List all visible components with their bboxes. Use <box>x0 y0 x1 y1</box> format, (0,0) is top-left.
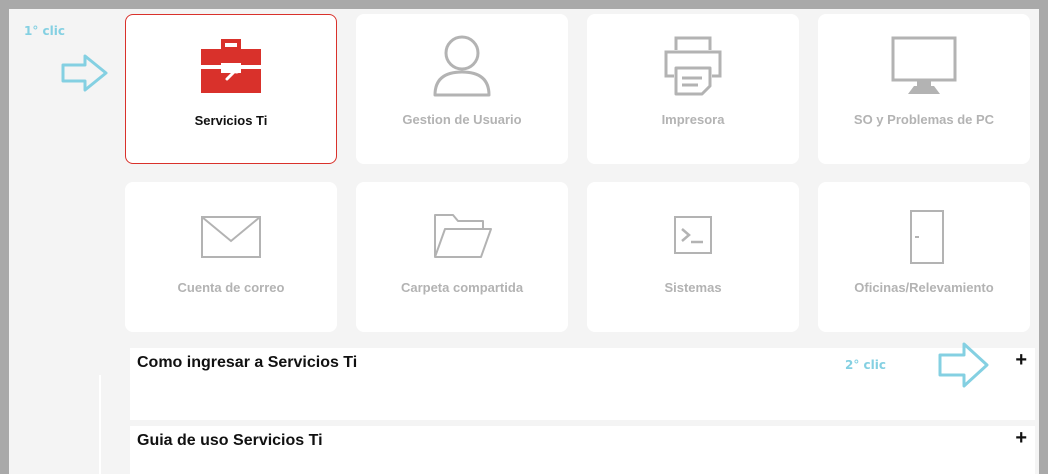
tile-label: Cuenta de correo <box>177 280 285 295</box>
tile-label: Gestion de Usuario <box>402 112 522 127</box>
first-click-annotation: 1° clic <box>24 24 65 38</box>
folder-icon <box>427 204 497 270</box>
tile-label: Impresora <box>661 112 725 127</box>
accordion-item-guia-de-uso[interactable]: Guia de uso Servicios Ti + <box>130 426 1035 474</box>
sidebar-divider <box>99 375 101 474</box>
accordion-item-como-ingresar[interactable]: Como ingresar a Servicios Ti + <box>130 348 1035 420</box>
tile-sistemas[interactable]: Sistemas <box>587 182 799 332</box>
tile-gestion-de-usuario[interactable]: Gestion de Usuario <box>356 14 568 164</box>
tile-label: Oficinas/Relevamiento <box>854 280 994 295</box>
tile-oficinas-relevamiento[interactable]: Oficinas/Relevamiento <box>818 182 1030 332</box>
expand-plus-icon[interactable]: + <box>1015 350 1027 370</box>
monitor-icon <box>886 32 962 98</box>
tile-label: Carpeta compartida <box>400 280 524 295</box>
tile-cuenta-de-correo[interactable]: Cuenta de correo <box>125 182 337 332</box>
toolbox-icon <box>191 33 271 99</box>
expand-plus-icon[interactable]: + <box>1015 428 1027 448</box>
tile-label: Sistemas <box>664 280 722 295</box>
accordion-title: Guia de uso Servicios Ti <box>137 432 323 449</box>
terminal-icon <box>658 204 728 270</box>
second-click-annotation: 2° clic <box>845 358 886 372</box>
tile-label: Servicios Ti <box>194 113 268 128</box>
envelope-icon <box>196 204 266 270</box>
tile-impresora[interactable]: Impresora <box>587 14 799 164</box>
tile-carpeta-compartida[interactable]: Carpeta compartida <box>356 182 568 332</box>
user-icon <box>427 32 497 98</box>
tile-so-y-problemas-de-pc[interactable]: SO y Problemas de PC <box>818 14 1030 164</box>
printer-icon <box>658 32 728 98</box>
tile-label: SO y Problemas de PC <box>853 112 995 127</box>
right-arrow-icon <box>61 54 108 92</box>
accordion-title: Como ingresar a Servicios Ti <box>137 354 358 371</box>
tile-servicios-ti[interactable]: Servicios Ti <box>125 14 337 164</box>
door-icon <box>889 204 959 270</box>
right-arrow-icon <box>938 342 989 388</box>
